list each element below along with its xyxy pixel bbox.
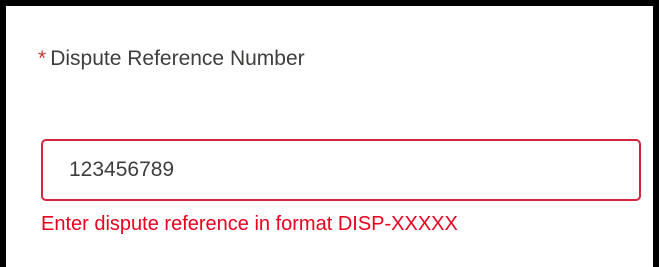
field-error-message: Enter dispute reference in format DISP-X…: [41, 213, 458, 235]
dispute-reference-input[interactable]: [41, 139, 641, 201]
field-label: * Dispute Reference Number: [38, 40, 358, 78]
field-label-text: Dispute Reference Number: [50, 47, 305, 70]
required-asterisk: *: [38, 47, 47, 70]
